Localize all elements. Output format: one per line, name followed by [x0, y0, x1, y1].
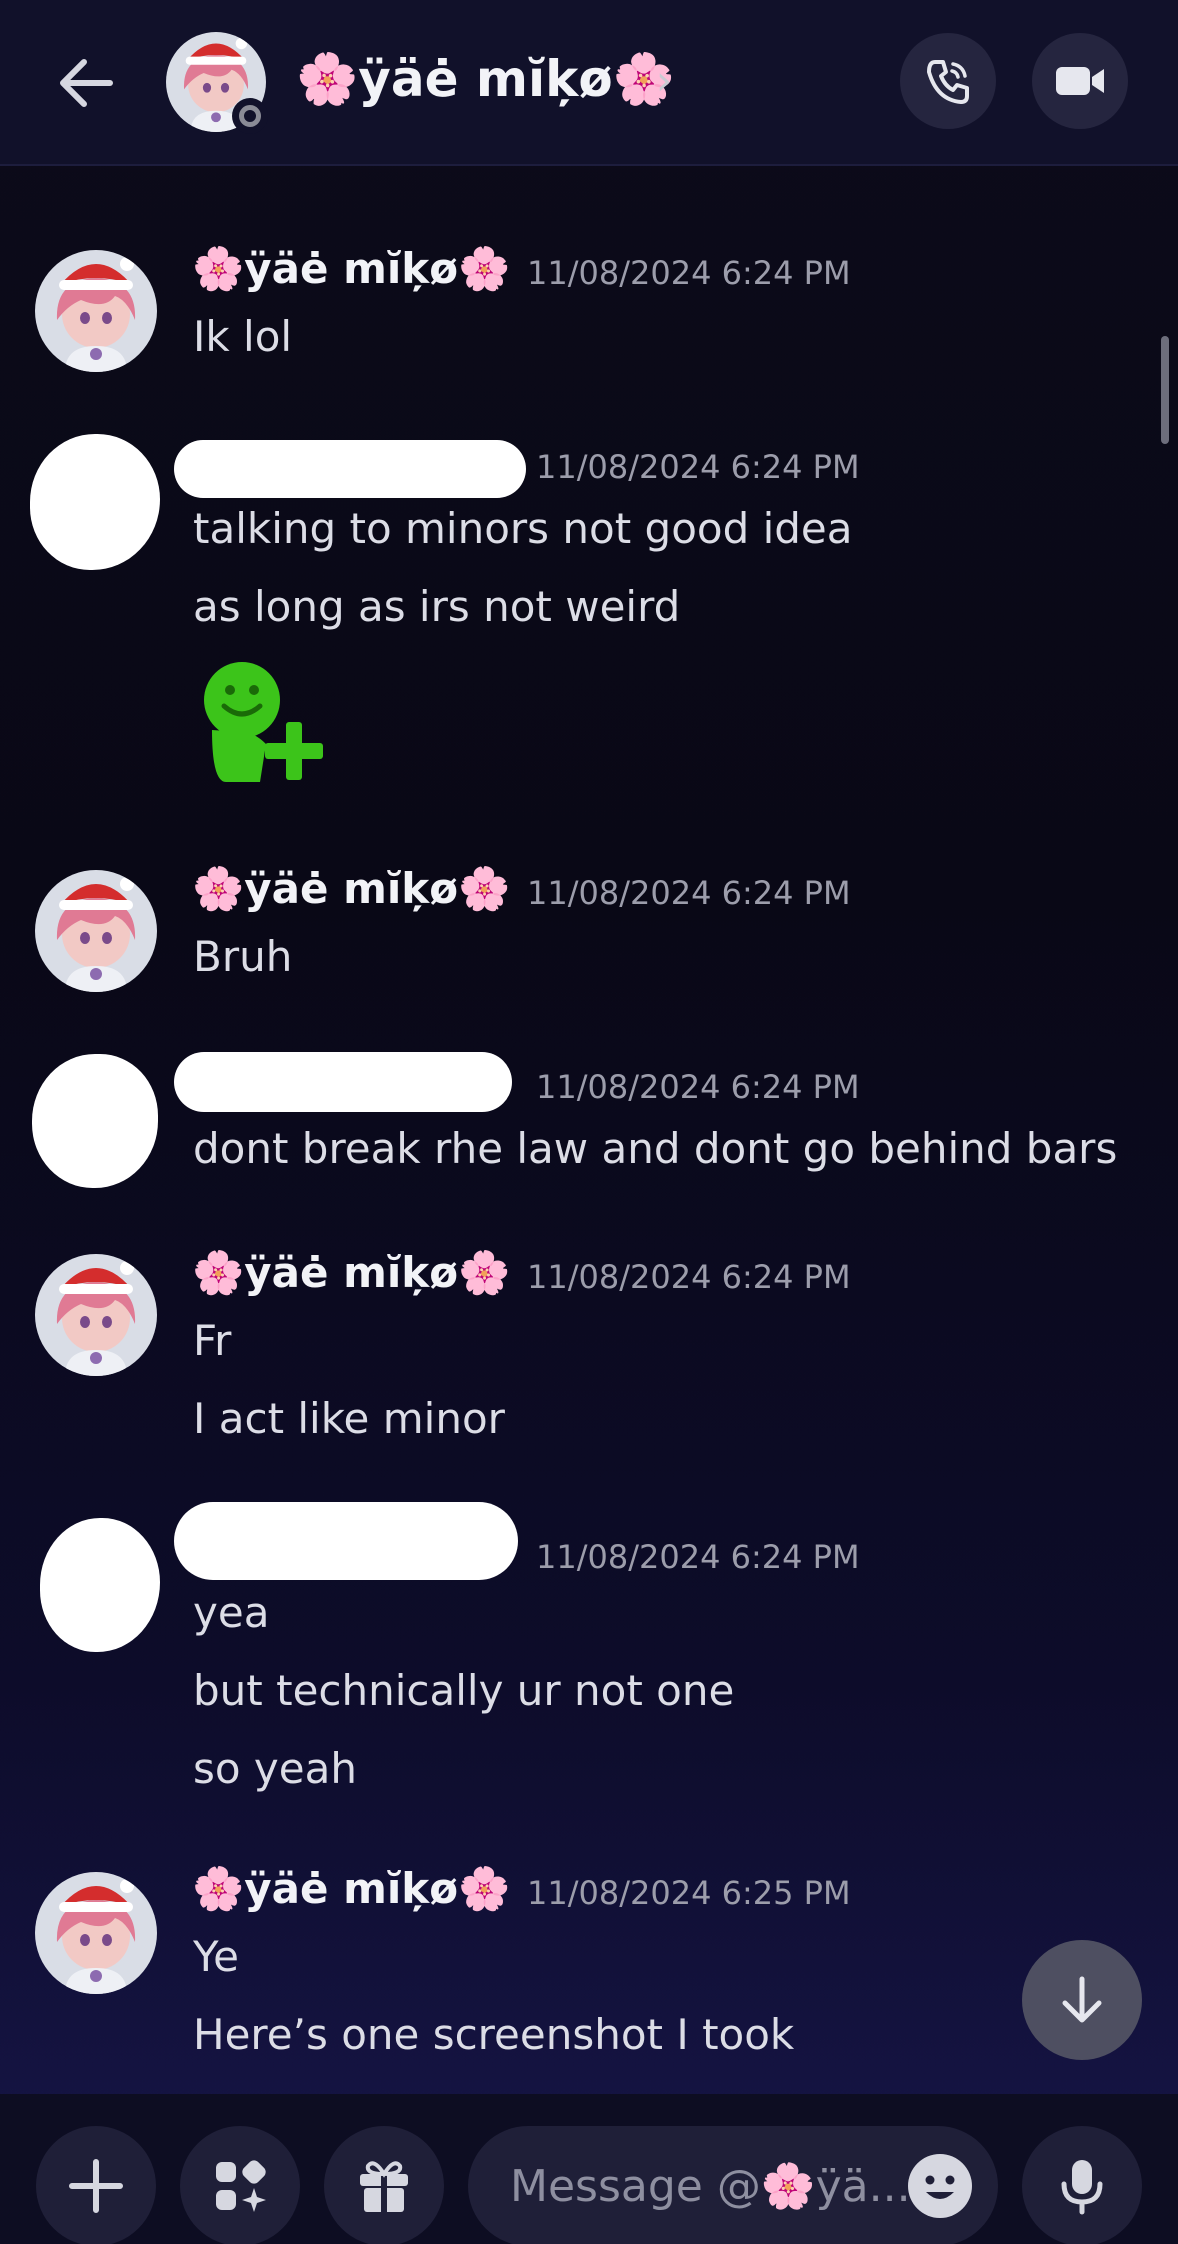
- message-author[interactable]: 🌸ÿäė mĭķø🌸: [192, 1248, 510, 1298]
- back-arrow-icon: [60, 59, 113, 107]
- video-call-button[interactable]: [1032, 33, 1128, 129]
- message-timestamp: 11/08/2024 6:24 PM: [536, 1538, 860, 1576]
- message-text[interactable]: Here’s one screenshot I took: [193, 2010, 794, 2059]
- microphone-icon: [1061, 2160, 1103, 2215]
- video-camera-icon: [1056, 67, 1104, 95]
- chat-header: 🌸ÿäė mĭķø🌸 ›: [0, 0, 1178, 166]
- green-smiley-add-friend-icon[interactable]: [196, 660, 334, 782]
- plus-icon: [69, 2159, 123, 2213]
- message-timestamp: 11/08/2024 6:24 PM: [536, 448, 860, 486]
- avatar[interactable]: [35, 1254, 157, 1376]
- message-author[interactable]: 🌸ÿäė mĭķø🌸: [192, 864, 510, 914]
- attach-button[interactable]: [36, 2126, 156, 2244]
- redacted-author[interactable]: [174, 1052, 512, 1112]
- emoji-icon: [925, 2175, 955, 2199]
- arrow-down-icon: [1062, 1976, 1102, 2023]
- message-timestamp: 11/08/2024 6:24 PM: [527, 874, 851, 912]
- back-button[interactable]: [50, 48, 120, 118]
- emoji-button[interactable]: [908, 2154, 972, 2218]
- redacted-avatar[interactable]: [32, 1054, 158, 1188]
- scrollbar-thumb[interactable]: [1161, 336, 1169, 444]
- message-author[interactable]: 🌸ÿäė mĭķø🌸: [192, 244, 510, 294]
- message-text[interactable]: I act like minor: [193, 1394, 505, 1443]
- message-timestamp: 11/08/2024 6:24 PM: [536, 1068, 860, 1106]
- message-text[interactable]: dont break rhe law and dont go behind ba…: [193, 1124, 1117, 1173]
- jump-to-bottom-button[interactable]: [1022, 1940, 1142, 2060]
- composer-bar: Message @🌸ÿä...: [0, 2094, 1178, 2244]
- message-text[interactable]: Ik lol: [193, 312, 292, 361]
- gift-icon: [360, 2161, 408, 2212]
- message-timestamp: 11/08/2024 6:25 PM: [527, 1874, 851, 1912]
- message-text[interactable]: Ye: [193, 1932, 239, 1981]
- redacted-avatar[interactable]: [40, 1518, 160, 1652]
- message-timestamp: 11/08/2024 6:24 PM: [527, 1258, 851, 1296]
- message-timestamp: 11/08/2024 6:24 PM: [527, 254, 851, 292]
- phone-call-icon: [927, 60, 969, 104]
- voice-message-button[interactable]: [1022, 2126, 1142, 2244]
- voice-call-button[interactable]: [900, 33, 996, 129]
- message-author[interactable]: 🌸ÿäė mĭķø🌸: [192, 1864, 510, 1914]
- redacted-avatar[interactable]: [30, 434, 160, 570]
- message-text[interactable]: Fr: [193, 1316, 231, 1365]
- avatar[interactable]: [35, 250, 157, 372]
- message-text[interactable]: Bruh: [193, 932, 292, 981]
- message-text[interactable]: yea: [193, 1588, 269, 1637]
- message-input[interactable]: Message @🌸ÿä...: [468, 2126, 998, 2244]
- gift-button[interactable]: [324, 2126, 444, 2244]
- message-text[interactable]: talking to minors not good idea: [193, 504, 853, 553]
- header-title[interactable]: 🌸ÿäė mĭķø🌸: [296, 50, 675, 109]
- message-text[interactable]: so yeah: [193, 1744, 357, 1793]
- message-input-placeholder: Message @🌸ÿä...: [510, 2161, 910, 2212]
- avatar[interactable]: [35, 870, 157, 992]
- redacted-author[interactable]: [174, 1502, 518, 1580]
- apps-icon: [216, 2160, 266, 2212]
- redacted-author[interactable]: [174, 440, 526, 498]
- message-text[interactable]: but technically ur not one: [193, 1666, 734, 1715]
- status-offline-icon: [232, 98, 268, 134]
- apps-button[interactable]: [180, 2126, 300, 2244]
- chevron-right-icon[interactable]: ›: [656, 58, 672, 104]
- message-text[interactable]: as long as irs not weird: [193, 582, 680, 631]
- avatar[interactable]: [35, 1872, 157, 1994]
